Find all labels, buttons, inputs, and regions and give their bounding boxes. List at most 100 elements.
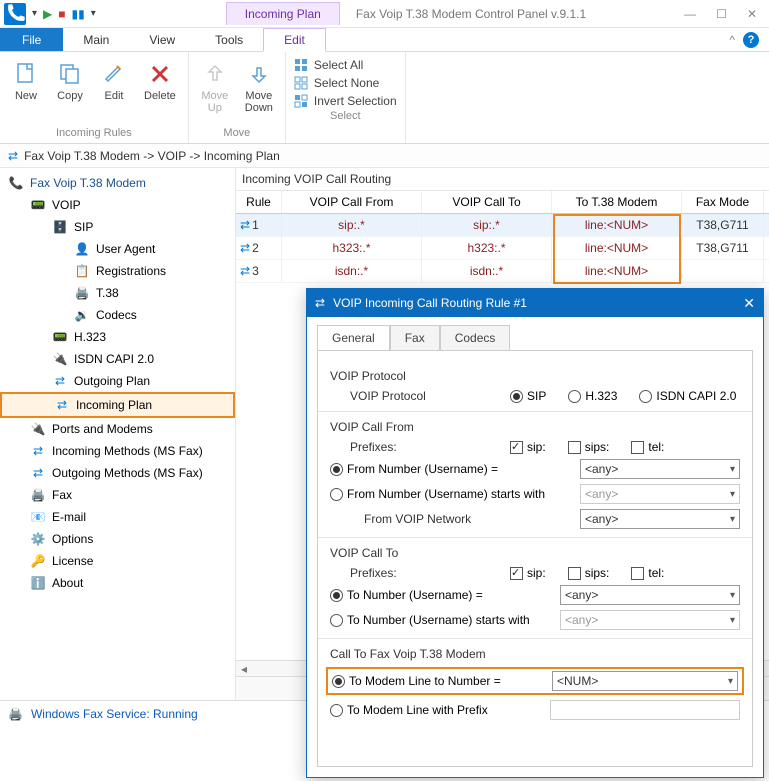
- dialog-body: VOIP Protocol VOIP Protocol SIP H.323 IS…: [317, 350, 753, 767]
- qa-dropdown-icon[interactable]: ▾: [32, 8, 37, 19]
- section-protocol: VOIP Protocol: [330, 369, 740, 383]
- table-row[interactable]: ⇄1 sip:.* sip:.* line:<NUM> T38,G711: [236, 214, 769, 237]
- rule-icon: ⇄: [240, 218, 250, 232]
- edit-icon: [100, 60, 128, 88]
- th-from[interactable]: VOIP Call From: [282, 191, 422, 213]
- tree-h323[interactable]: 📟H.323: [0, 326, 235, 348]
- out-methods-icon: ⇄: [30, 465, 46, 481]
- dialog-close-button[interactable]: ✕: [743, 295, 755, 312]
- radio-modem-line-eq[interactable]: To Modem Line to Number =: [332, 674, 542, 688]
- select-from-network[interactable]: <any>: [580, 509, 740, 529]
- tree-t38[interactable]: 🖨️T.38: [0, 282, 235, 304]
- check-to-sip[interactable]: sip:: [510, 566, 546, 580]
- radio-from-number-starts[interactable]: From Number (Username) starts with: [330, 487, 570, 501]
- select-all-button[interactable]: Select All: [294, 58, 397, 72]
- check-to-tel[interactable]: tel:: [631, 566, 664, 580]
- th-modem[interactable]: To T.38 Modem: [552, 191, 682, 213]
- modem-line-highlight: To Modem Line to Number = <NUM>: [326, 667, 744, 695]
- modem-column-highlight: [553, 214, 681, 284]
- tree-fax[interactable]: 🖨️Fax: [0, 484, 235, 506]
- title-bar: ▾ ▶ ■ ▮▮ ▾ Incoming Plan Fax Voip T.38 M…: [0, 0, 769, 28]
- tree-user-agent[interactable]: 👤User Agent: [0, 238, 235, 260]
- qa-overflow-icon[interactable]: ▾: [91, 8, 96, 19]
- maximize-button[interactable]: ☐: [716, 7, 727, 21]
- tree-incoming-methods[interactable]: ⇄Incoming Methods (MS Fax): [0, 440, 235, 462]
- table-row[interactable]: ⇄2 h323:.* h323:.* line:<NUM> T38,G711: [236, 237, 769, 260]
- radio-isdn[interactable]: ISDN CAPI 2.0: [639, 389, 736, 403]
- check-to-sips[interactable]: sips:: [568, 566, 610, 580]
- th-rule[interactable]: Rule: [236, 191, 282, 213]
- new-button[interactable]: New: [8, 56, 44, 106]
- nav-tree: 📞Fax Voip T.38 Modem 📟VOIP 🗄️SIP 👤User A…: [0, 168, 236, 700]
- minimize-button[interactable]: —: [684, 7, 696, 21]
- tree-isdn[interactable]: 🔌ISDN CAPI 2.0: [0, 348, 235, 370]
- new-icon: [12, 60, 40, 88]
- menu-bar: File Main View Tools Edit ^ ?: [0, 28, 769, 52]
- invert-selection-button[interactable]: Invert Selection: [294, 94, 397, 108]
- input-modem-prefix[interactable]: [550, 700, 740, 720]
- tab-fax[interactable]: Fax: [390, 325, 440, 350]
- move-down-button[interactable]: Move Down: [241, 56, 277, 118]
- tree-email[interactable]: 📧E-mail: [0, 506, 235, 528]
- th-to[interactable]: VOIP Call To: [422, 191, 552, 213]
- radio-modem-line-prefix[interactable]: To Modem Line with Prefix: [330, 703, 540, 717]
- select-none-button[interactable]: Select None: [294, 76, 397, 90]
- in-methods-icon: ⇄: [30, 443, 46, 459]
- menu-view[interactable]: View: [129, 28, 195, 51]
- select-modem-line[interactable]: <NUM>: [552, 671, 738, 691]
- select-from-number-eq[interactable]: <any>: [580, 459, 740, 479]
- tree-outgoing-methods[interactable]: ⇄Outgoing Methods (MS Fax): [0, 462, 235, 484]
- copy-button[interactable]: Copy: [52, 56, 88, 106]
- radio-sip[interactable]: SIP: [510, 389, 546, 403]
- scroll-left-icon[interactable]: ◂: [236, 661, 252, 676]
- delete-button[interactable]: Delete: [140, 56, 180, 106]
- routing-table: Rule VOIP Call From VOIP Call To To T.38…: [236, 191, 769, 283]
- check-from-tel[interactable]: tel:: [631, 440, 664, 454]
- check-from-sip[interactable]: sip:: [510, 440, 546, 454]
- stop-icon[interactable]: ▮▮: [72, 7, 85, 21]
- tree-root[interactable]: 📞Fax Voip T.38 Modem: [0, 172, 235, 194]
- select-to-number-eq[interactable]: <any>: [560, 585, 740, 605]
- tree-ports-modems[interactable]: 🔌Ports and Modems: [0, 418, 235, 440]
- menu-main[interactable]: Main: [63, 28, 129, 51]
- tree-incoming-plan[interactable]: ⇄Incoming Plan: [0, 392, 235, 418]
- close-button[interactable]: ✕: [747, 7, 757, 21]
- menu-tools[interactable]: Tools: [195, 28, 263, 51]
- status-text: Windows Fax Service: Running: [31, 707, 198, 721]
- tree-options[interactable]: ⚙️Options: [0, 528, 235, 550]
- tree-registrations[interactable]: 📋Registrations: [0, 260, 235, 282]
- check-from-sips[interactable]: sips:: [568, 440, 610, 454]
- section-call-to: VOIP Call To: [330, 546, 740, 560]
- panel-title: Incoming VOIP Call Routing: [236, 168, 769, 191]
- menu-file[interactable]: File: [0, 28, 63, 51]
- radio-to-number-eq[interactable]: To Number (Username) =: [330, 588, 550, 602]
- tree-outgoing-plan[interactable]: ⇄Outgoing Plan: [0, 370, 235, 392]
- select-to-number-starts[interactable]: <any>: [560, 610, 740, 630]
- tab-general[interactable]: General: [317, 325, 390, 351]
- outgoing-icon: ⇄: [52, 373, 68, 389]
- tree-license[interactable]: 🔑License: [0, 550, 235, 572]
- move-up-button[interactable]: Move Up: [197, 56, 233, 118]
- tree-codecs[interactable]: 🔉Codecs: [0, 304, 235, 326]
- menu-edit[interactable]: Edit: [263, 28, 326, 52]
- tab-codecs[interactable]: Codecs: [440, 325, 511, 350]
- gear-icon: ⚙️: [30, 531, 46, 547]
- record-icon[interactable]: ■: [58, 7, 65, 21]
- select-from-number-starts[interactable]: <any>: [580, 484, 740, 504]
- radio-h323[interactable]: H.323: [568, 389, 617, 403]
- play-icon[interactable]: ▶: [43, 7, 52, 21]
- th-mode[interactable]: Fax Mode: [682, 191, 764, 213]
- tree-sip[interactable]: 🗄️SIP: [0, 216, 235, 238]
- key-icon: 🔑: [30, 553, 46, 569]
- edit-button[interactable]: Edit: [96, 56, 132, 106]
- tree-voip[interactable]: 📟VOIP: [0, 194, 235, 216]
- ribbon-collapse-icon[interactable]: ^: [729, 33, 735, 47]
- radio-to-number-starts[interactable]: To Number (Username) starts with: [330, 613, 550, 627]
- window-title: Fax Voip T.38 Modem Control Panel v.9.1.…: [356, 7, 586, 21]
- rule-icon: ⇄: [240, 264, 250, 278]
- tree-about[interactable]: ℹ️About: [0, 572, 235, 594]
- breadcrumb: ⇄ Fax Voip T.38 Modem -> VOIP -> Incomin…: [0, 144, 769, 168]
- radio-from-number-eq[interactable]: From Number (Username) =: [330, 462, 570, 476]
- help-icon[interactable]: ?: [743, 32, 759, 48]
- table-row[interactable]: ⇄3 isdn:.* isdn:.* line:<NUM>: [236, 260, 769, 283]
